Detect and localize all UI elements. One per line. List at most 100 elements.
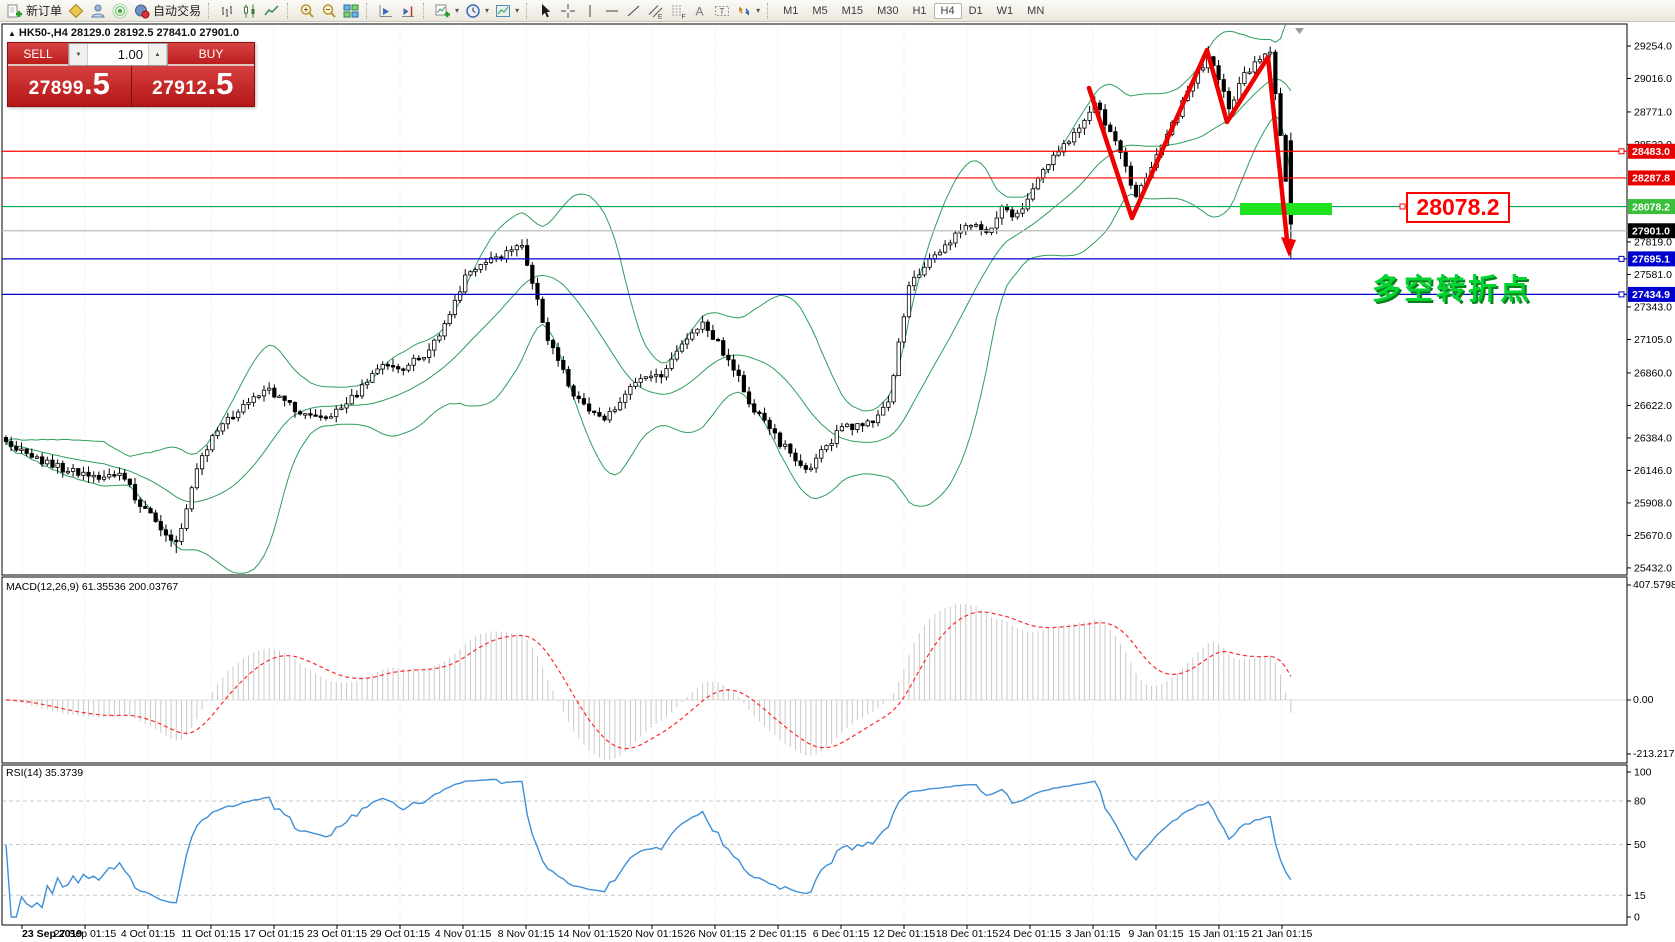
zoom-out-icon[interactable] (318, 1, 340, 21)
price-tick: 26860.0 (1634, 367, 1672, 379)
level-badge-text: 27901.0 (1632, 226, 1670, 238)
buy-button[interactable]: BUY (168, 43, 254, 66)
price-tick: 27581.0 (1634, 269, 1672, 281)
level-badge-text: 28078.2 (1632, 201, 1670, 213)
autotrading-label: 自动交易 (153, 2, 201, 19)
toolbar-separator (366, 3, 371, 19)
price-tick: 25908.0 (1634, 497, 1672, 509)
toolbar-separator (423, 3, 428, 19)
svg-text:F: F (682, 13, 686, 19)
price-tick: 25670.0 (1634, 530, 1672, 542)
timeframe-mn[interactable]: MN (1020, 3, 1051, 19)
autotrading-icon[interactable]: 自动交易 (131, 1, 204, 21)
price-tick: 26146.0 (1634, 465, 1672, 477)
macd-tick: 407.57984 (1633, 579, 1675, 591)
svg-text:T: T (720, 6, 725, 15)
arrows-icon[interactable]: ▾ (733, 1, 763, 21)
charts-tile-icon[interactable] (65, 1, 87, 21)
sell-price-main: 27899 (29, 78, 84, 100)
sell-button[interactable]: SELL (8, 43, 68, 66)
time-tick: 9 Jan 01:15 (1129, 928, 1184, 940)
line-chart-icon[interactable] (261, 1, 283, 21)
channel-icon[interactable]: E (645, 1, 667, 21)
rsi-tick: 80 (1634, 796, 1646, 808)
rsi-tick: 0 (1634, 912, 1640, 924)
macd-tick: 0.00 (1633, 694, 1654, 706)
price-callout[interactable]: 28078.2 (1406, 192, 1510, 223)
timeframe-d1[interactable]: D1 (962, 3, 990, 19)
profile-icon[interactable] (87, 1, 109, 21)
periods-icon[interactable]: ▾ (462, 1, 492, 21)
timeframe-h1[interactable]: H1 (905, 3, 933, 19)
price-tick: 27105.0 (1634, 334, 1672, 346)
indicators-icon[interactable]: ▾ (432, 1, 462, 21)
time-tick: 21 Jan 01:15 (1252, 928, 1313, 940)
timeframe-h4[interactable]: H4 (934, 3, 962, 19)
templates-icon[interactable]: ▾ (492, 1, 522, 21)
price-tick: 26384.0 (1634, 432, 1672, 444)
time-tick: 3 Jan 01:15 (1066, 928, 1121, 940)
new-order-icon[interactable]: 新订单 (4, 1, 65, 21)
time-tick: 11 Oct 01:15 (181, 928, 241, 940)
chart-shift-icon[interactable] (397, 1, 419, 21)
timeframe-m1[interactable]: M1 (776, 3, 805, 19)
time-tick: 4 Nov 01:15 (435, 928, 492, 940)
chevron-down-icon[interactable]: ▾ (515, 6, 519, 15)
cursor-icon[interactable] (535, 1, 557, 21)
rsi-tick: 100 (1634, 767, 1652, 779)
volume-input[interactable]: 1.00 (88, 44, 148, 65)
candlestick-chart-icon[interactable] (239, 1, 261, 21)
toolbar-separator (526, 3, 531, 19)
chevron-down-icon[interactable]: ▾ (455, 6, 459, 15)
tile-windows-icon[interactable] (340, 1, 362, 21)
time-tick: 15 Jan 01:15 (1189, 928, 1250, 940)
time-tick: 2 Dec 01:15 (750, 928, 807, 940)
rsi-label: RSI(14) 35.3739 (6, 767, 83, 779)
vertical-line-icon[interactable] (579, 1, 601, 21)
timeframe-m5[interactable]: M5 (805, 3, 834, 19)
svg-text:A: A (696, 4, 704, 18)
time-tick: 27 Sep 01:15 (54, 928, 117, 940)
level-badge-text: 27434.9 (1632, 289, 1670, 301)
time-tick: 4 Oct 01:15 (121, 928, 175, 940)
time-tick: 20 Nov 01:15 (621, 928, 684, 940)
volume-decrease-button[interactable]: ▼ (69, 44, 88, 65)
toolbar-separator (287, 3, 292, 19)
chevron-down-icon[interactable]: ▾ (756, 6, 760, 15)
trendline-icon[interactable] (623, 1, 645, 21)
timeframe-m15[interactable]: M15 (835, 3, 870, 19)
horizontal-line-icon[interactable] (601, 1, 623, 21)
signal-icon[interactable] (109, 1, 131, 21)
buy-price-frac: .5 (207, 66, 233, 102)
time-tick: 23 Oct 01:15 (307, 928, 367, 940)
level-badge-text: 28287.8 (1632, 173, 1670, 185)
symbol-ohlc-text: HK50-,H4 28129.0 28192.5 27841.0 27901.0 (19, 27, 239, 39)
timeframe-m30[interactable]: M30 (870, 3, 905, 19)
buy-price[interactable]: 27912.5 (132, 66, 255, 106)
new-order-label: 新订单 (26, 2, 62, 19)
timeframe-w1[interactable]: W1 (990, 3, 1021, 19)
chevron-down-icon[interactable]: ▾ (485, 6, 489, 15)
time-tick: 12 Dec 01:15 (873, 928, 936, 940)
rsi-tick: 50 (1634, 839, 1646, 851)
volume-increase-button[interactable]: ▲ (148, 44, 167, 65)
symbol-ohlc-line: ▲HK50-,H4 28129.0 28192.5 27841.0 27901.… (8, 27, 239, 39)
time-tick: 8 Nov 01:15 (498, 928, 555, 940)
auto-scroll-icon[interactable] (375, 1, 397, 21)
rsi-tick: 15 (1634, 890, 1646, 902)
collapse-arrow-icon[interactable]: ▲ (8, 29, 16, 38)
text-icon[interactable]: A (689, 1, 711, 21)
time-tick: 14 Nov 01:15 (558, 928, 621, 940)
sell-price[interactable]: 27899.5 (8, 66, 131, 106)
time-tick: 24 Dec 01:15 (999, 928, 1062, 940)
text-label-icon[interactable]: T (711, 1, 733, 21)
crosshair-icon[interactable] (557, 1, 579, 21)
fibonacci-icon[interactable]: F (667, 1, 689, 21)
zoom-in-icon[interactable] (296, 1, 318, 21)
macd-label: MACD(12,26,9) 61.35536 200.03767 (6, 581, 178, 593)
volume-stepper: ▼ 1.00 ▲ (68, 43, 168, 66)
chart-canvas[interactable]: 23 Sep 201927 Sep 01:154 Oct 01:1511 Oct… (0, 0, 1675, 942)
time-tick: 26 Nov 01:15 (684, 928, 747, 940)
bar-chart-icon[interactable] (217, 1, 239, 21)
price-tick: 28771.0 (1634, 106, 1672, 118)
